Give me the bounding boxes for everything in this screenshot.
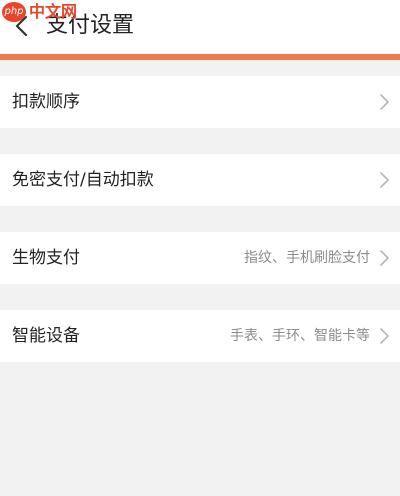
row-label: 生物支付 bbox=[12, 248, 80, 268]
chevron-right-icon bbox=[380, 172, 389, 188]
row-value: 手表、手环、智能卡等 bbox=[230, 328, 370, 344]
row-label: 扣款顺序 bbox=[12, 92, 80, 112]
chevron-right-icon bbox=[380, 328, 389, 344]
setting-row-password-free-payment[interactable]: 免密支付/自动扣款 bbox=[0, 154, 400, 206]
row-value: 指纹、手机刷脸支付 bbox=[244, 250, 370, 266]
site-watermark-logo: php 中文网 bbox=[0, 0, 100, 26]
empty-background bbox=[0, 362, 400, 496]
chevron-right-icon bbox=[380, 250, 389, 266]
row-label: 智能设备 bbox=[12, 326, 80, 346]
setting-row-biometric-payment[interactable]: 生物支付 指纹、手机刷脸支付 bbox=[0, 232, 400, 284]
row-label: 免密支付/自动扣款 bbox=[12, 170, 154, 190]
watermark-text: 中文网 bbox=[29, 2, 78, 21]
chevron-right-icon bbox=[380, 94, 389, 110]
php-logo-icon: php bbox=[2, 2, 26, 22]
setting-row-deduction-order[interactable]: 扣款顺序 bbox=[0, 76, 400, 128]
setting-row-smart-devices[interactable]: 智能设备 手表、手环、智能卡等 bbox=[0, 310, 400, 362]
